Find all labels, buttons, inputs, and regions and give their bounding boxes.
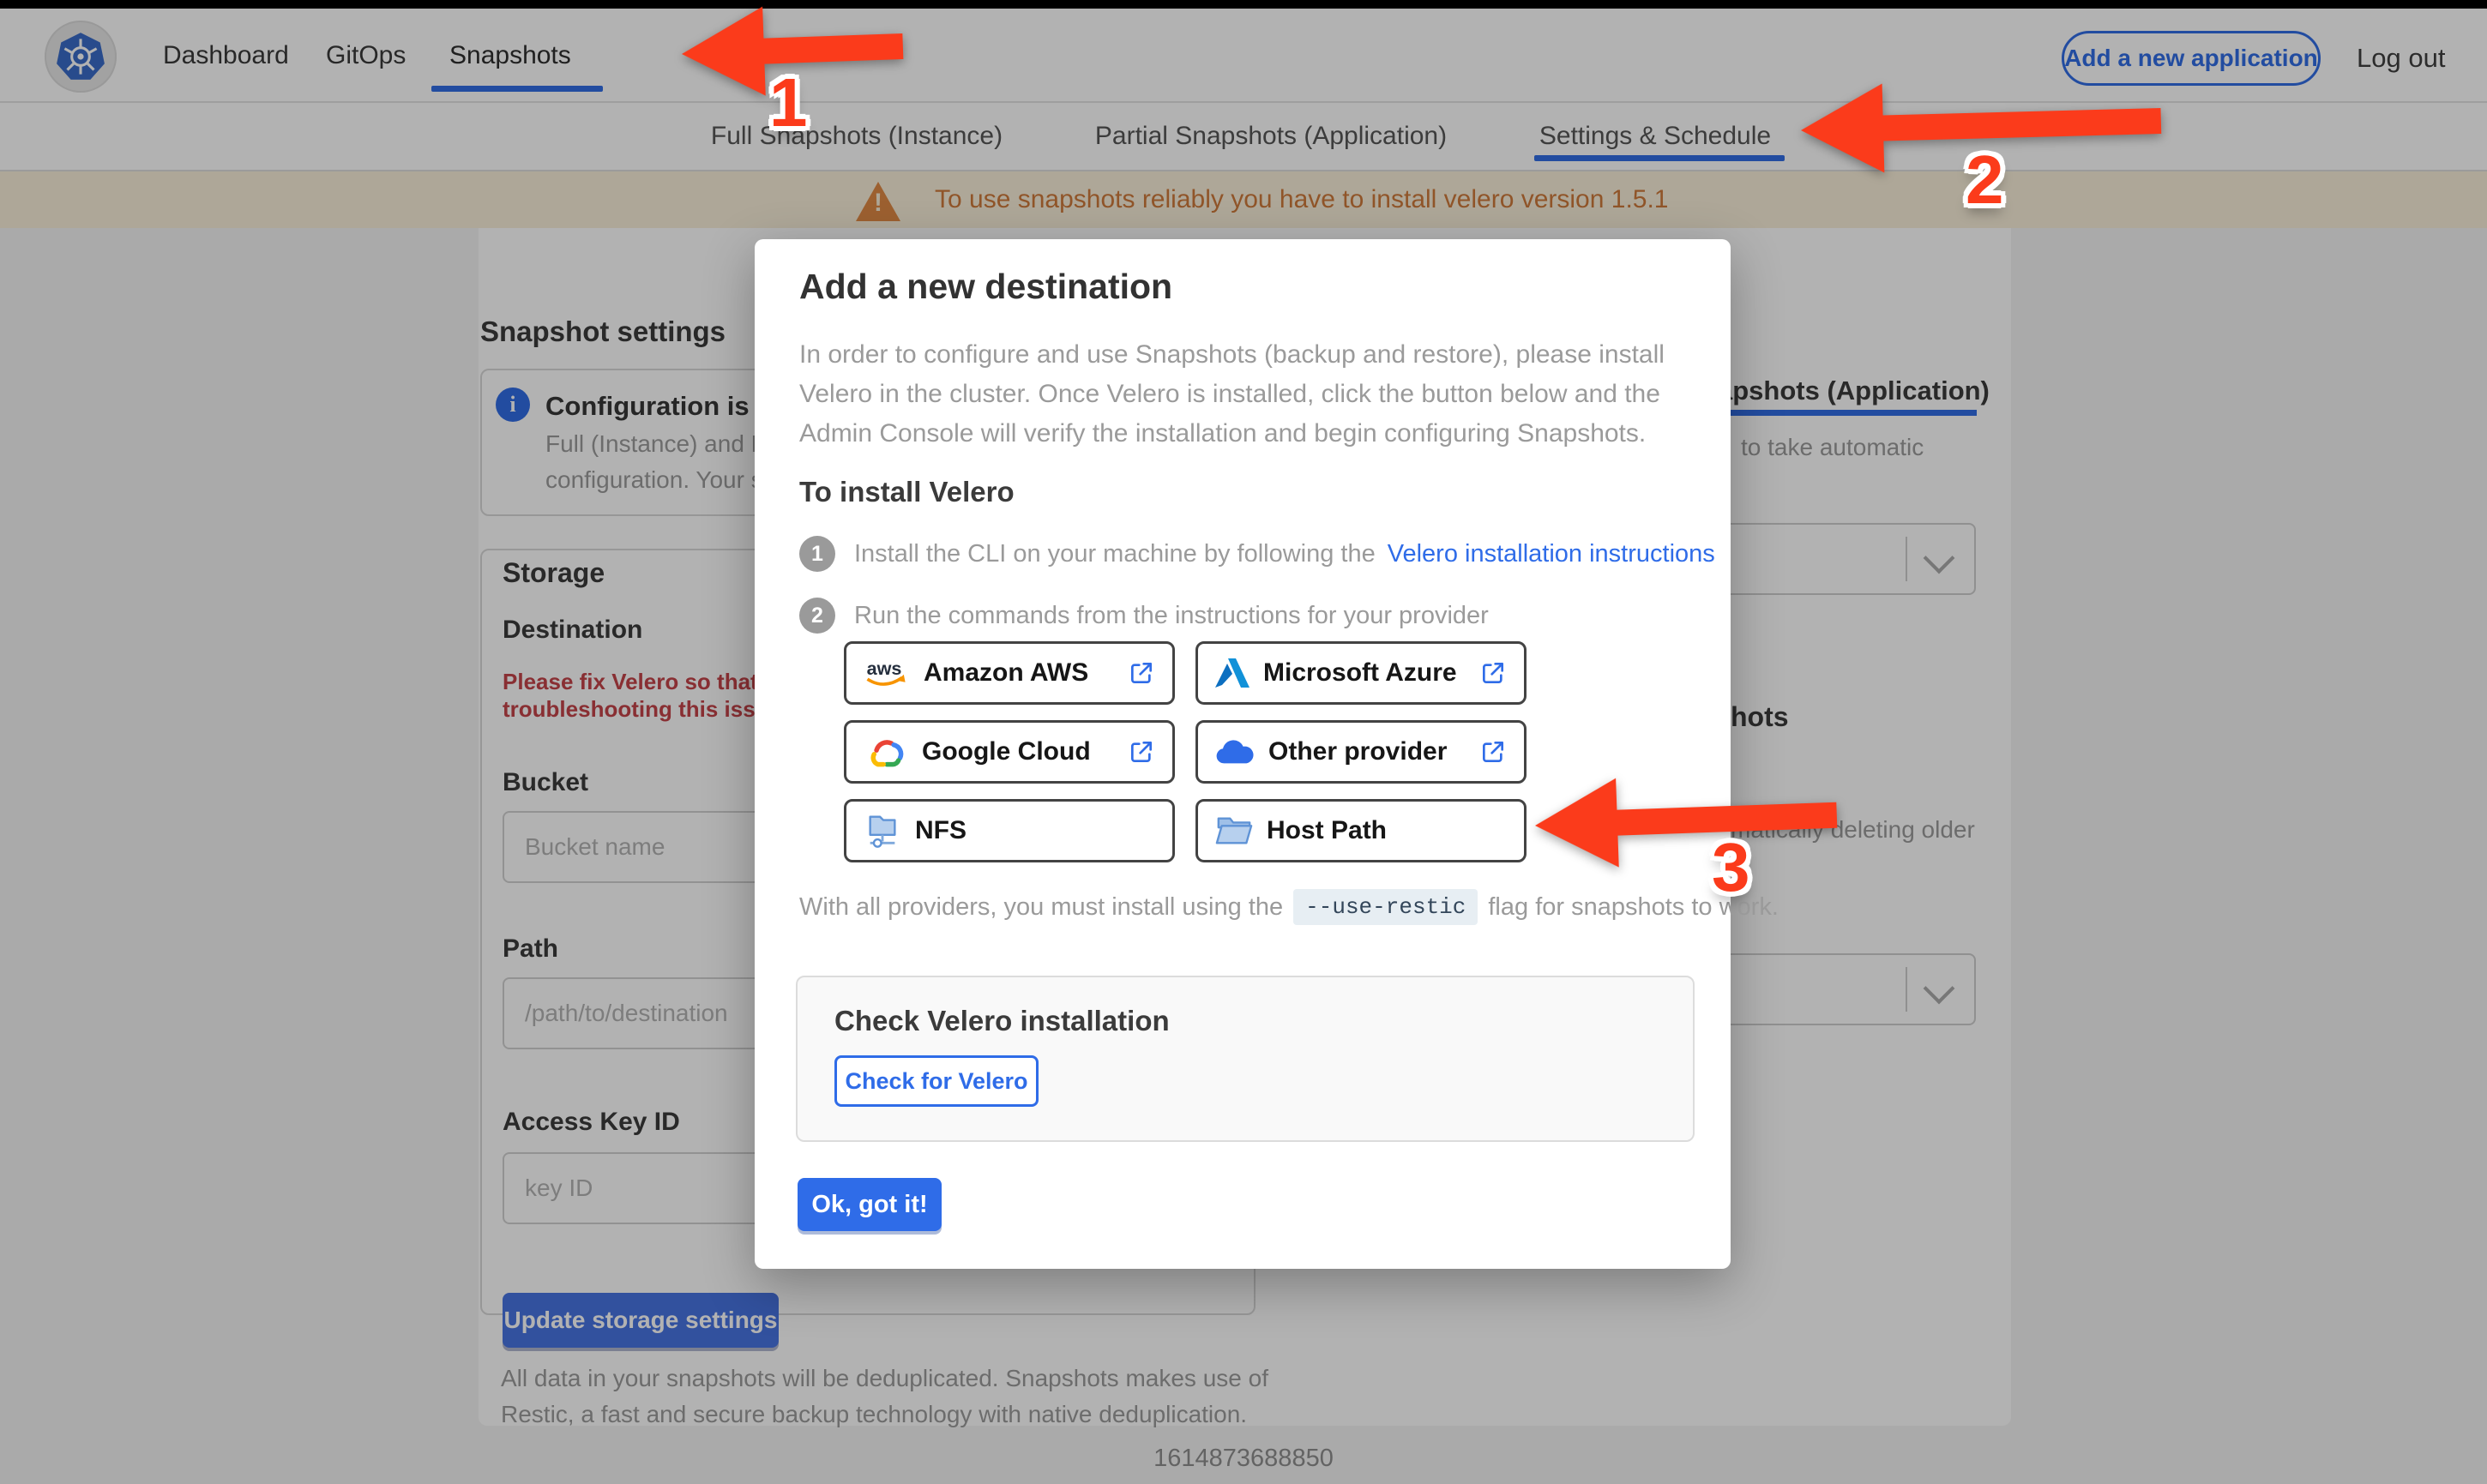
modal-title: Add a new destination	[799, 267, 1173, 306]
provider-button-aws[interactable]: aws Amazon AWS	[844, 641, 1175, 705]
arrow-shaft	[763, 33, 904, 64]
external-link-icon	[1479, 738, 1507, 766]
add-destination-modal: Add a new destination In order to config…	[755, 239, 1779, 1269]
step-number-badge: 1	[799, 536, 835, 572]
provider-label: NFS	[915, 816, 966, 844]
modal-body-text: In order to configure and use Snapshots …	[799, 340, 1665, 369]
aws-icon: aws	[866, 658, 906, 686]
step-text: Install the CLI on your machine by follo…	[854, 539, 1376, 568]
svg-text:aws: aws	[867, 658, 902, 679]
install-step-1: 1 Install the CLI on your machine by fol…	[799, 536, 1715, 572]
step-text: Run the commands from the instructions f…	[854, 601, 1489, 629]
provider-label: Other provider	[1268, 737, 1448, 766]
provider-label: Host Path	[1267, 816, 1388, 844]
check-velero-heading: Check Velero installation	[834, 1005, 1170, 1036]
provider-button-google-cloud[interactable]: Google Cloud	[844, 720, 1175, 784]
google-cloud-icon	[870, 740, 904, 767]
arrow-shaft	[1882, 108, 2162, 141]
ok-got-it-button[interactable]: Ok, got it!	[798, 1178, 942, 1231]
external-link-icon	[1128, 659, 1155, 687]
external-link-icon	[1128, 738, 1155, 766]
annotation-number-3: 3	[1712, 829, 1750, 905]
nfs-folder-icon	[869, 815, 896, 848]
annotation-number-1: 1	[769, 64, 808, 141]
install-velero-heading: To install Velero	[799, 476, 1015, 508]
folder-icon	[1215, 817, 1253, 844]
arrow-head	[1800, 84, 1885, 175]
restic-note: With all providers, you must install usi…	[799, 889, 1779, 925]
provider-label: Google Cloud	[922, 737, 1091, 766]
check-for-velero-button[interactable]: Check for Velero	[834, 1055, 1039, 1107]
provider-label: Amazon AWS	[924, 658, 1089, 687]
restic-note-prefix: With all providers, you must install usi…	[799, 892, 1284, 921]
provider-button-azure[interactable]: Microsoft Azure	[1195, 641, 1527, 705]
install-step-2: 2 Run the commands from the instructions…	[799, 598, 1489, 634]
provider-button-host-path[interactable]: Host Path	[1195, 799, 1527, 862]
annotation-number-2: 2	[1966, 141, 2004, 218]
arrow-head	[680, 7, 766, 99]
cloud-icon	[1216, 740, 1254, 764]
provider-button-nfs[interactable]: NFS	[844, 799, 1175, 862]
step-number-badge: 2	[799, 598, 835, 634]
provider-label: Microsoft Azure	[1263, 658, 1457, 687]
modal-body-text: Velero in the cluster. Once Velero is in…	[799, 380, 1660, 408]
external-link-icon	[1479, 659, 1507, 687]
use-restic-flag-chip: --use-restic	[1293, 889, 1478, 925]
provider-button-other[interactable]: Other provider	[1195, 720, 1527, 784]
modal-body-text: Admin Console will verify the installati…	[799, 419, 1647, 448]
azure-icon	[1215, 658, 1250, 688]
admin-console-screen: Dashboard GitOps Snapshots Add a new app…	[0, 0, 2487, 1484]
annotation-arrow-3	[1533, 771, 1838, 870]
arrow-head	[1533, 778, 1619, 870]
velero-instructions-link[interactable]: Velero installation instructions	[1388, 540, 1715, 568]
